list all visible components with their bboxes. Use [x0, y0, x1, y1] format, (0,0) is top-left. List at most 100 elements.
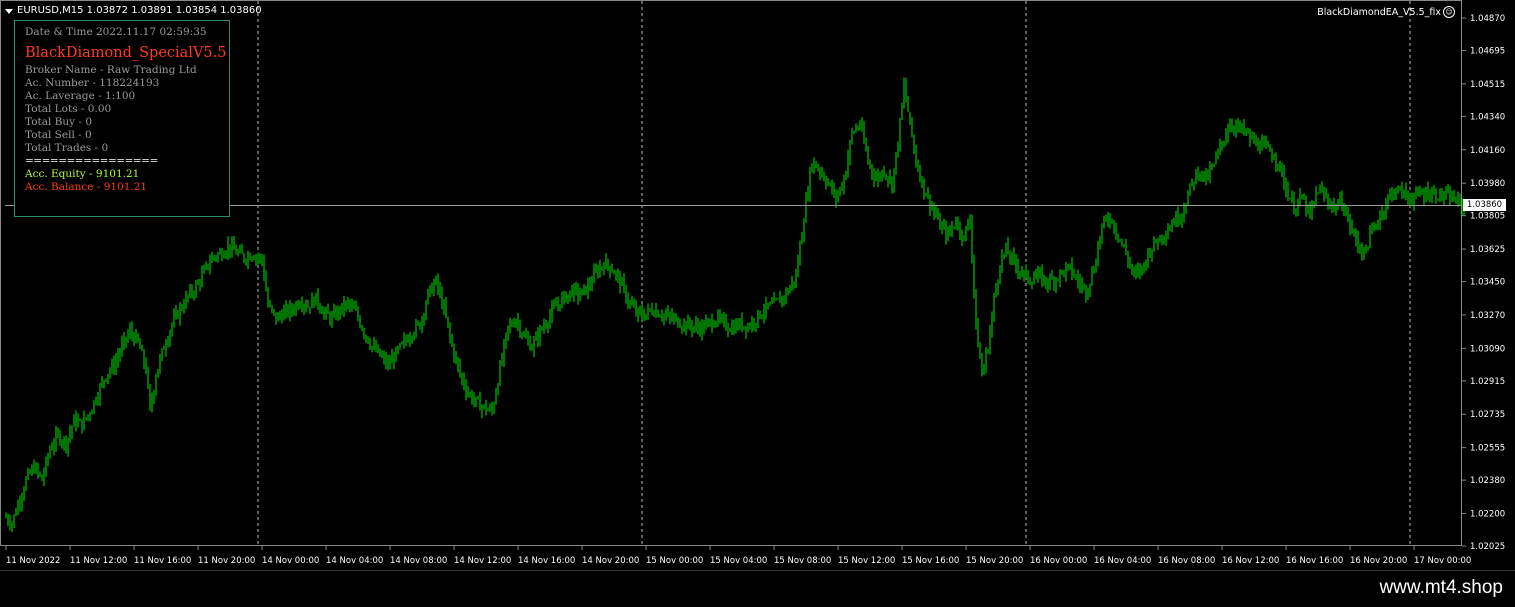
candle-body [307, 306, 309, 308]
candle-body [1379, 217, 1381, 225]
candle-body [1253, 136, 1255, 144]
candle-body [1433, 191, 1435, 193]
candle-body [889, 177, 891, 180]
candle-body [1301, 195, 1303, 198]
candle-body [313, 297, 315, 306]
current-price-label: 1.03860 [1463, 199, 1506, 212]
candle-body [187, 295, 189, 297]
candle-body [541, 328, 543, 330]
candle-body [403, 338, 405, 343]
candle-body [1281, 162, 1283, 172]
candle-body [115, 360, 117, 370]
total-lots-label: Total Lots - 0.00 [25, 103, 112, 115]
candle-body [1413, 196, 1415, 203]
candle-body [465, 385, 467, 393]
candle-body [1261, 142, 1263, 151]
candle-body [643, 315, 645, 320]
candle-body [1183, 210, 1185, 216]
candle-body [609, 266, 611, 272]
candle-body [993, 296, 995, 315]
candle-body [1091, 271, 1093, 284]
candle-body [213, 256, 215, 258]
candle-body [1237, 123, 1239, 127]
smiley-icon[interactable]: ☺ [1443, 6, 1455, 18]
candle-body [1001, 256, 1003, 269]
candle-body [1273, 158, 1275, 160]
candle-body [1199, 175, 1201, 177]
candle-body [1267, 145, 1269, 147]
candle-body [857, 127, 859, 129]
candle-body [453, 345, 455, 358]
dropdown-triangle-icon[interactable] [5, 8, 13, 14]
candle-body [1409, 196, 1411, 201]
candle-body [665, 314, 667, 316]
candle-body [331, 315, 333, 322]
candle-body [657, 310, 659, 317]
candle-body [689, 320, 691, 326]
candle-body [537, 334, 539, 340]
candle-body [593, 271, 595, 283]
candle-body [591, 282, 593, 286]
time-tick-label: 14 Nov 04:00 [326, 556, 383, 566]
candle-body [1211, 165, 1213, 169]
candle-body [751, 320, 753, 328]
candle-body [885, 174, 887, 178]
candle-body [369, 342, 371, 348]
candle-body [815, 161, 817, 168]
candle-body [143, 350, 145, 364]
candle-body [703, 323, 705, 329]
candle-body [967, 225, 969, 229]
candle-body [359, 318, 361, 327]
candle-body [1291, 198, 1293, 200]
candle-body [563, 293, 565, 298]
candle-body [1125, 246, 1127, 254]
candle-body [555, 305, 557, 307]
candle-body [1325, 195, 1327, 197]
candle-body [1131, 264, 1133, 271]
candle-body [535, 334, 537, 341]
candle-body [467, 392, 469, 394]
candle-body [919, 169, 921, 181]
candle-body [1243, 125, 1245, 132]
candle-body [71, 426, 73, 433]
candle-body [515, 320, 517, 326]
candle-body [303, 305, 305, 308]
candle-body [1205, 174, 1207, 180]
candle-body [973, 255, 975, 292]
candle-body [211, 256, 213, 263]
candle-body [1197, 171, 1199, 176]
chart-area[interactable]: 1.04870 1.04695 1.04515 1.04340 1.04160 1.039… [0, 0, 1515, 570]
candle-body [427, 290, 429, 304]
candle-body [753, 320, 755, 325]
candle-body [431, 286, 433, 293]
candle-body [693, 326, 695, 330]
candle-body [415, 323, 417, 335]
candle-body [387, 362, 389, 365]
candle-body [683, 322, 685, 328]
candle-body [17, 503, 19, 514]
candle-body [251, 257, 253, 260]
candle-body [1335, 205, 1337, 210]
candle-body [793, 281, 795, 283]
candle-body [489, 407, 491, 410]
candle-body [877, 174, 879, 181]
candle-body [1375, 225, 1377, 227]
candle-body [747, 325, 749, 331]
candle-body [1441, 190, 1443, 199]
candle-body [1275, 159, 1277, 164]
candle-body [1459, 197, 1461, 201]
candle-body [817, 167, 819, 170]
candle-body [829, 183, 831, 185]
candle-body [1227, 131, 1229, 136]
time-tick-label: 16 Nov 20:00 [1350, 556, 1407, 566]
ea-label[interactable]: BlackDiamondEA_V5.5_fix ☺ [1317, 6, 1455, 18]
candle-body [507, 325, 509, 334]
candle-body [1169, 228, 1171, 232]
chart-header[interactable]: EURUSD,M15 1.03872 1.03891 1.03854 1.038… [5, 5, 262, 16]
price-tick-label: 1.02555 [1470, 444, 1505, 454]
candle-body [409, 338, 411, 342]
time-tick-label: 17 Nov 00:00 [1414, 556, 1471, 566]
candle-body [1081, 284, 1083, 286]
candle-body [301, 304, 303, 308]
candle-body [649, 308, 651, 310]
